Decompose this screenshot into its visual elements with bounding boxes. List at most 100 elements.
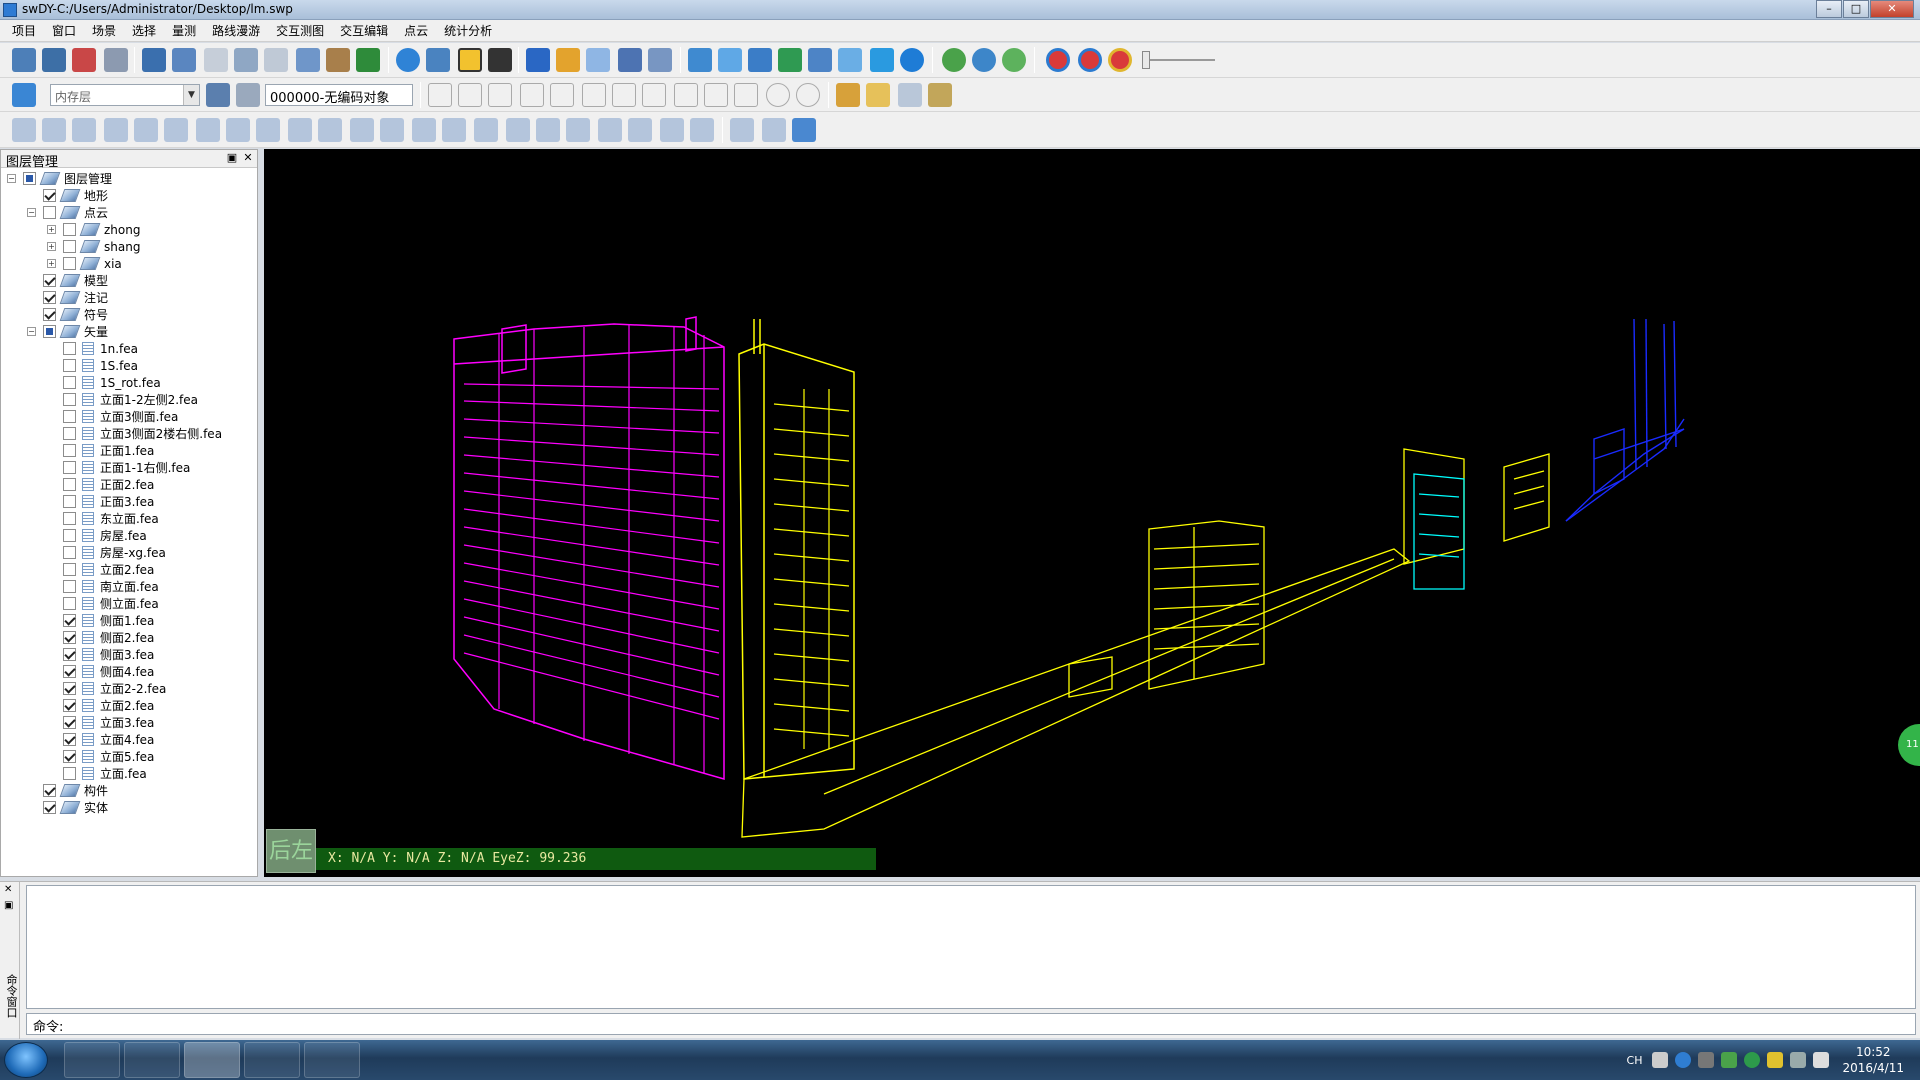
feature-code-field[interactable]: 000000-无编码对象	[265, 84, 413, 106]
level-tool-icon[interactable]	[898, 83, 922, 107]
menu-item-interactive-mapping[interactable]: 交互测图	[268, 20, 332, 42]
circle-tool-icon[interactable]	[766, 83, 790, 107]
layer-tree-row[interactable]: 模型	[1, 272, 257, 289]
layer-visibility-checkbox[interactable]	[63, 410, 76, 423]
extend-tool-icon[interactable]	[866, 83, 890, 107]
help-icon[interactable]	[1675, 1052, 1692, 1068]
edit-select-icon[interactable]	[12, 118, 36, 142]
close-project-icon[interactable]	[72, 48, 96, 72]
window-tile-icon[interactable]	[142, 48, 166, 72]
eye-icon[interactable]	[396, 48, 420, 72]
layer-visibility-checkbox[interactable]	[43, 784, 56, 797]
layer-tree-row[interactable]: 南立面.fea	[1, 578, 257, 595]
layer-visibility-checkbox[interactable]	[63, 665, 76, 678]
layer-visibility-checkbox[interactable]	[63, 767, 76, 780]
menu-item-route-roaming[interactable]: 路线漫游	[204, 20, 268, 42]
tray-icon[interactable]	[1698, 1052, 1715, 1068]
menu-item-window[interactable]: 窗口	[44, 20, 84, 42]
triangle-tool-icon[interactable]	[704, 83, 728, 107]
layer-tree-row[interactable]: 正面2.fea	[1, 476, 257, 493]
navigation-cube[interactable]: 后左	[266, 829, 316, 873]
layer-tree-row[interactable]: 立面2.fea	[1, 561, 257, 578]
open-project-icon[interactable]	[12, 48, 36, 72]
layer-visibility-checkbox[interactable]	[43, 801, 56, 814]
edit-move-icon[interactable]	[72, 118, 96, 142]
start-button[interactable]	[4, 1042, 48, 1078]
layer-tree-row[interactable]: − 矢量	[1, 323, 257, 340]
layer-tree-row[interactable]: 侧立面.fea	[1, 595, 257, 612]
layer-visibility-checkbox[interactable]	[63, 529, 76, 542]
edit-slope-icon[interactable]	[690, 118, 714, 142]
expand-icon[interactable]: +	[47, 259, 56, 268]
layer-tree-row[interactable]: 1S.fea	[1, 357, 257, 374]
layer-visibility-checkbox[interactable]	[63, 546, 76, 559]
globe-refresh-icon[interactable]	[972, 48, 996, 72]
chevron-down-icon[interactable]: ▼	[183, 85, 199, 105]
edit-close-icon[interactable]	[474, 118, 498, 142]
layer-tree-row[interactable]: 立面.fea	[1, 765, 257, 782]
layer-visibility-checkbox[interactable]	[23, 172, 36, 185]
point-tool-icon[interactable]	[428, 83, 452, 107]
measure-distance-icon[interactable]	[648, 48, 672, 72]
panel-close-icon[interactable]: ✕	[241, 151, 255, 165]
volume-icon[interactable]	[1813, 1052, 1830, 1068]
layer-tree-row[interactable]: 1n.fea	[1, 340, 257, 357]
layer-visibility-checkbox[interactable]	[63, 359, 76, 372]
brush-tool-icon[interactable]	[836, 83, 860, 107]
layer-visibility-checkbox[interactable]	[43, 206, 56, 219]
line-tool-icon[interactable]	[458, 83, 482, 107]
menu-item-select[interactable]: 选择	[124, 20, 164, 42]
layer-visibility-checkbox[interactable]	[63, 393, 76, 406]
layer-visibility-checkbox[interactable]	[63, 563, 76, 576]
close-button[interactable]: ✕	[1870, 0, 1914, 18]
menu-item-scene[interactable]: 场景	[84, 20, 124, 42]
taskbar-presentation-icon[interactable]	[304, 1042, 360, 1078]
layer-tree-row[interactable]: 立面3侧面2楼右侧.fea	[1, 425, 257, 442]
layer-tree-row[interactable]: − 图层管理	[1, 170, 257, 187]
taskbar-swdy-icon[interactable]	[184, 1042, 240, 1078]
layer-tree-row[interactable]: 正面1.fea	[1, 442, 257, 459]
house-icon[interactable]	[718, 48, 742, 72]
edit-parallel-icon[interactable]	[288, 118, 312, 142]
layer-tree-row[interactable]: 立面3侧面.fea	[1, 408, 257, 425]
play-icon[interactable]	[1046, 48, 1070, 72]
layer-tree-row[interactable]: 立面1-2左侧2.fea	[1, 391, 257, 408]
collapse-icon[interactable]: −	[27, 327, 36, 336]
edit-rotate-icon[interactable]	[256, 118, 280, 142]
layer-visibility-checkbox[interactable]	[43, 308, 56, 321]
edit-wave-icon[interactable]	[196, 118, 220, 142]
measure-height-icon[interactable]	[618, 48, 642, 72]
layer-visibility-checkbox[interactable]	[63, 444, 76, 457]
flight-icon[interactable]	[688, 48, 712, 72]
window-cascade-icon[interactable]	[172, 48, 196, 72]
xyz-axis-icon[interactable]	[838, 48, 862, 72]
edit-corner-icon[interactable]	[226, 118, 250, 142]
layer-visibility-checkbox[interactable]	[63, 461, 76, 474]
layer-tree-row[interactable]: 立面3.fea	[1, 714, 257, 731]
rectangle-tool-icon[interactable]	[612, 83, 636, 107]
expand-icon[interactable]: +	[47, 242, 56, 251]
layer-visibility-checkbox[interactable]	[63, 376, 76, 389]
edit-grid-icon[interactable]	[536, 118, 560, 142]
cylinder-icon[interactable]	[870, 48, 894, 72]
stop-icon[interactable]	[1108, 48, 1132, 72]
edit-square-icon[interactable]	[598, 118, 622, 142]
tree-icon[interactable]	[356, 48, 380, 72]
curve-tool-icon[interactable]	[674, 83, 698, 107]
snap-tool-icon[interactable]	[642, 83, 666, 107]
edit-connect-icon[interactable]	[134, 118, 158, 142]
minimize-button[interactable]: –	[1816, 0, 1842, 18]
zoom-plus-icon[interactable]	[900, 48, 924, 72]
layer-visibility-checkbox[interactable]	[63, 257, 76, 270]
layer-tree-row[interactable]: 构件	[1, 782, 257, 799]
layer-tree-row[interactable]: 1S_rot.fea	[1, 374, 257, 391]
layer-visibility-checkbox[interactable]	[63, 342, 76, 355]
edit-box-icon[interactable]	[350, 118, 374, 142]
layer-visibility-checkbox[interactable]	[63, 716, 76, 729]
layer-visibility-checkbox[interactable]	[63, 750, 76, 763]
edit-vertex-icon[interactable]	[412, 118, 436, 142]
layer-visibility-checkbox[interactable]	[63, 631, 76, 644]
maximize-button[interactable]: □	[1843, 0, 1869, 18]
layer-tree-row[interactable]: + zhong	[1, 221, 257, 238]
command-close-icon[interactable]: ✕	[4, 884, 12, 895]
